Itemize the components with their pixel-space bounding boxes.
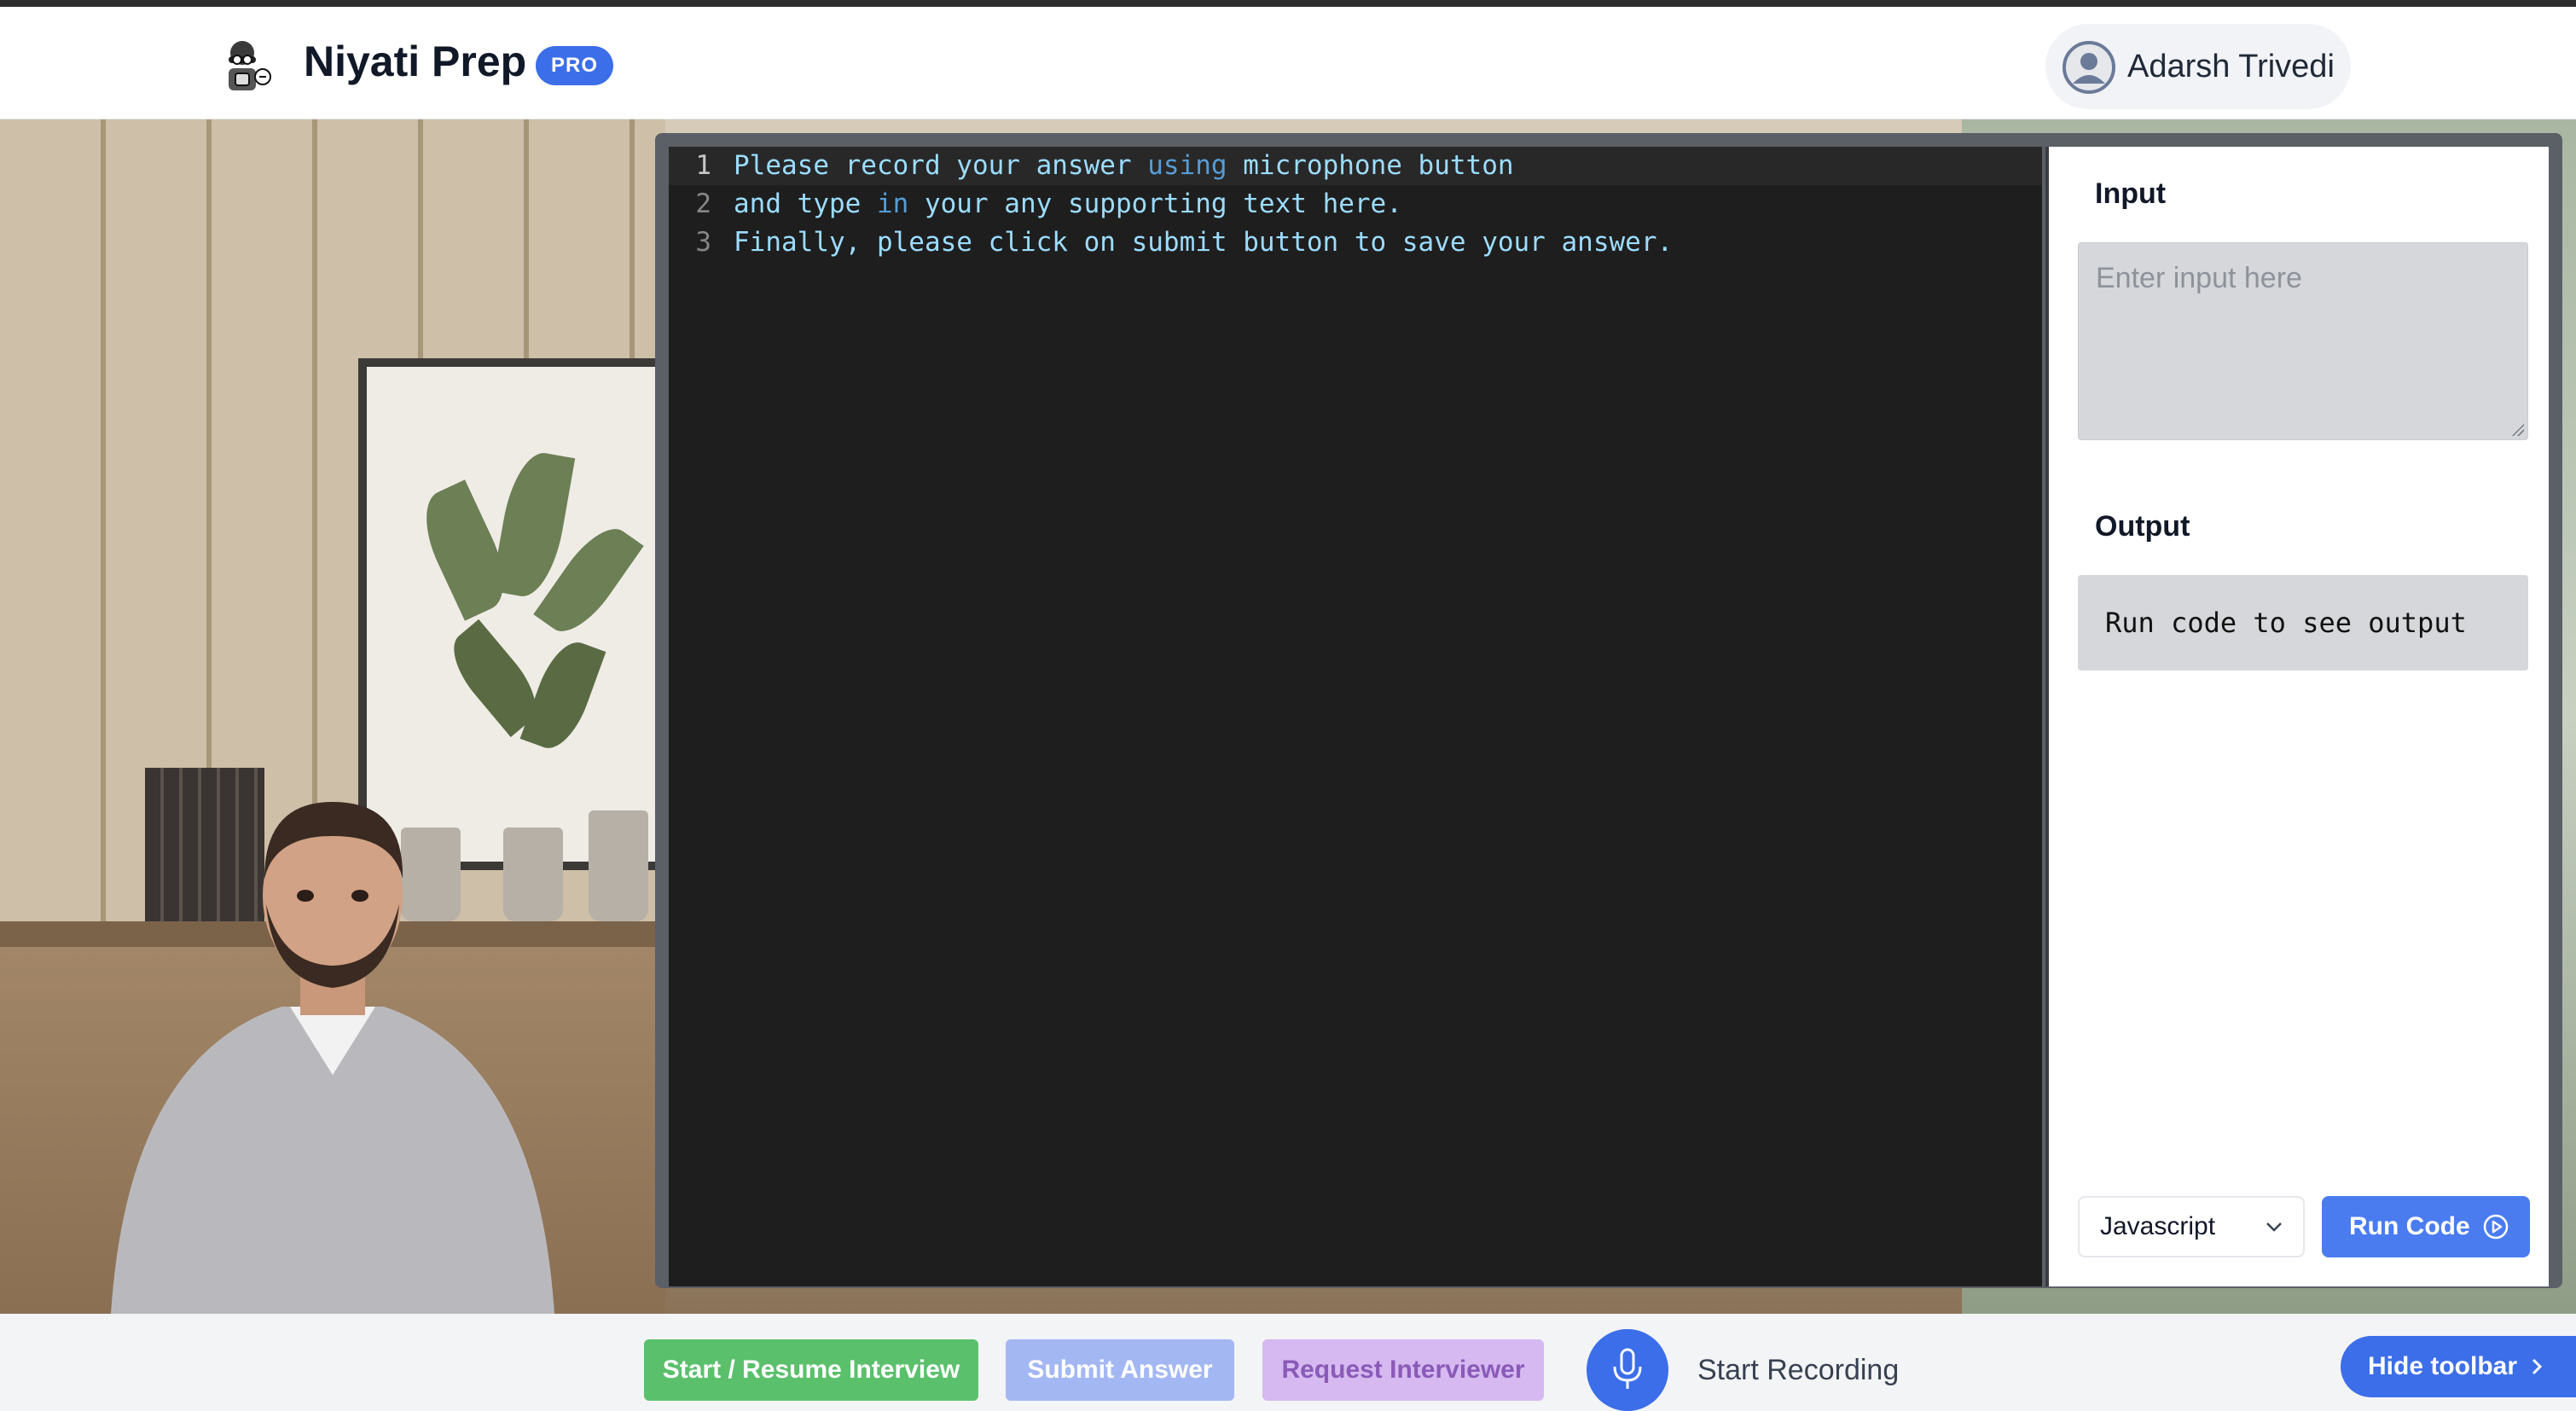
start-resume-interview-button[interactable]: Start / Resume Interview [644, 1339, 978, 1401]
resize-handle-icon[interactable] [2510, 422, 2524, 436]
spy-mascot-icon [229, 41, 271, 90]
bottom-toolbar: Start / Resume Interview Submit Answer R… [0, 1314, 2576, 1411]
language-value: Javascript [2100, 1212, 2216, 1240]
code-line[interactable]: 2 and type in your any supporting text h… [669, 185, 2042, 224]
code-editor[interactable]: 1 Please record your answer using microp… [669, 147, 2042, 1286]
submit-answer-button[interactable]: Submit Answer [1006, 1339, 1234, 1401]
output-display: Run code to see output [2078, 575, 2528, 671]
brand-name[interactable]: Niyati Prep [304, 36, 526, 87]
stdin-input[interactable]: Enter input here [2078, 242, 2528, 440]
microphone-icon [1613, 1348, 1642, 1389]
input-placeholder: Enter input here [2096, 262, 2302, 294]
io-panel: Input Enter input here Output Run code t… [2045, 147, 2549, 1286]
hide-toolbar-button[interactable]: Hide toolbar [2341, 1336, 2576, 1397]
user-avatar-icon [2063, 41, 2115, 94]
line-number: 1 [695, 150, 711, 181]
input-label: Input [2095, 177, 2167, 210]
run-code-button[interactable]: Run Code [2322, 1196, 2530, 1257]
play-circle-icon [2483, 1214, 2509, 1240]
microphone-button[interactable] [1587, 1329, 1668, 1411]
code-line[interactable]: 1 Please record your answer using microp… [669, 147, 2042, 185]
run-code-label: Run Code [2349, 1212, 2470, 1240]
output-label: Output [2095, 510, 2190, 543]
start-recording-label[interactable]: Start Recording [1697, 1348, 1899, 1392]
hide-toolbar-label: Hide toolbar [2368, 1352, 2518, 1380]
top-strip [0, 0, 2576, 7]
user-name: Adarsh Trivedi [2127, 49, 2335, 84]
code-line[interactable]: 3 Finally, please click on submit button… [669, 224, 2042, 262]
user-menu[interactable]: Adarsh Trivedi [2045, 24, 2351, 109]
request-interviewer-button[interactable]: Request Interviewer [1262, 1339, 1544, 1401]
chevron-down-icon [2266, 1222, 2282, 1232]
plant-pot [589, 810, 648, 921]
chevron-right-icon [2532, 1358, 2543, 1375]
code-text: and type in your any supporting text her… [734, 189, 1402, 219]
pro-badge: PRO [536, 46, 614, 85]
interviewer-avatar [111, 802, 554, 1314]
line-number: 3 [695, 227, 711, 258]
code-text: Please record your answer using micropho… [734, 150, 1514, 181]
line-number: 2 [695, 189, 711, 219]
code-text: Finally, please click on submit button t… [734, 227, 1674, 258]
code-editor-panel: 1 Please record your answer using microp… [655, 133, 2562, 1288]
app-header: Niyati Prep PRO Adarsh Trivedi [0, 7, 2576, 119]
language-select[interactable]: Javascript [2078, 1196, 2305, 1257]
